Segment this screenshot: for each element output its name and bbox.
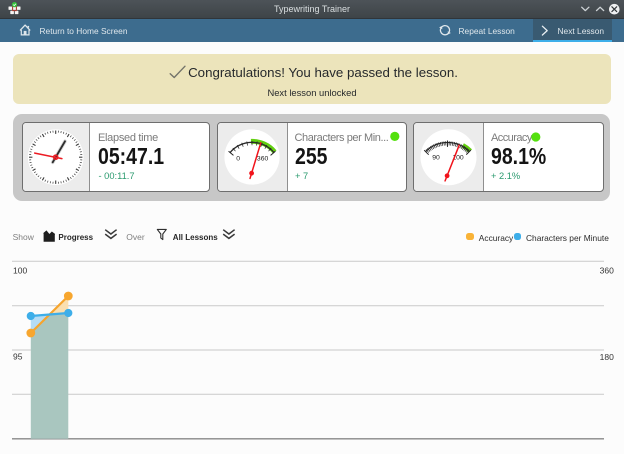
svg-text:0: 0 (236, 156, 240, 163)
svg-text:100: 100 (13, 266, 27, 276)
svg-text:180: 180 (600, 352, 614, 362)
svg-text:90: 90 (432, 155, 440, 162)
svg-text:95: 95 (13, 351, 23, 361)
svg-text:360: 360 (600, 265, 614, 275)
svg-text:360: 360 (257, 156, 269, 163)
